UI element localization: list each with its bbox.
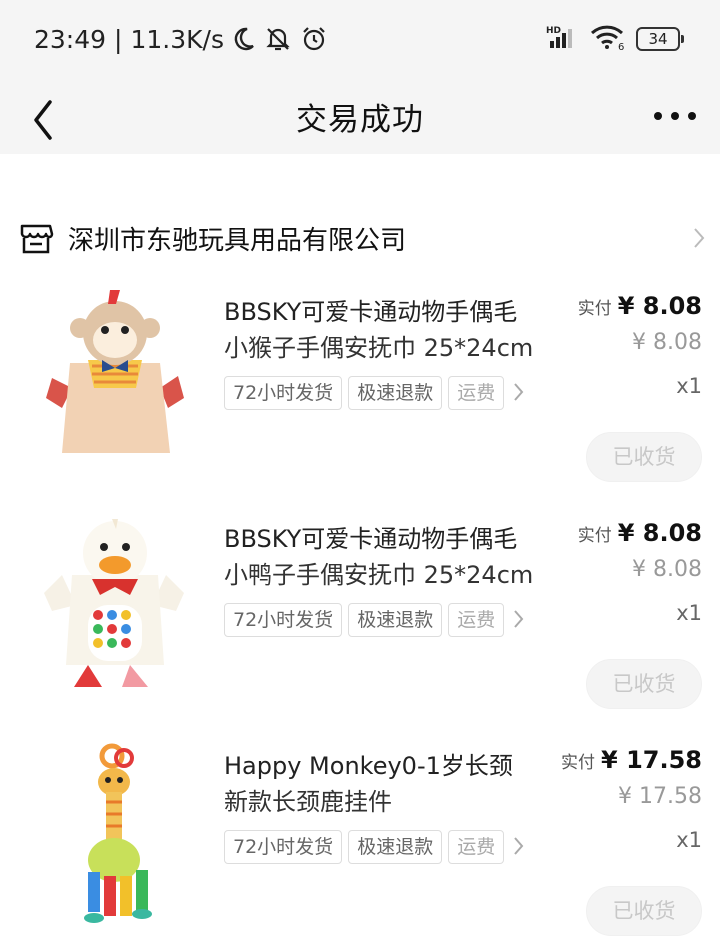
status-bar: 23:49 | 11.3K/s HD 6 34 <box>0 0 720 78</box>
mute-bell-icon <box>264 25 292 53</box>
received-button[interactable]: 已收货 <box>586 432 702 482</box>
more-dots-icon <box>654 112 696 120</box>
more-button[interactable] <box>646 96 706 136</box>
price-value: ¥ 8.08 <box>617 292 702 320</box>
product-image-monkey-puppet[interactable] <box>32 288 197 473</box>
original-price: ¥ 8.08 <box>632 330 702 355</box>
product-title-line1[interactable]: BBSKY可爱卡通动物手偶毛 <box>224 519 564 554</box>
quantity: x1 <box>676 828 702 852</box>
price-label: 实付 <box>561 753 596 773</box>
wifi-badge: 6 <box>618 42 624 51</box>
chevron-right-icon <box>692 226 706 254</box>
tag-shipping: 72小时发货 <box>224 603 343 637</box>
status-right: HD 6 34 <box>546 22 684 56</box>
product-title-line2[interactable]: 小鸭子手偶安抚巾 25*24cm <box>224 555 564 590</box>
paid-price: 实付 ¥ 8.08 <box>578 292 702 320</box>
chevron-right-icon[interactable] <box>512 380 526 404</box>
status-left: 23:49 | 11.3K/s <box>34 22 328 56</box>
order-item[interactable]: BBSKY可爱卡通动物手偶毛 小猴子手偶安抚巾 25*24cm 72小时发货 极… <box>0 288 720 498</box>
product-image-giraffe-toy[interactable] <box>32 742 197 927</box>
status-divider: | <box>114 24 123 54</box>
chevron-right-icon[interactable] <box>512 607 526 631</box>
tag-freight: 运费 <box>448 830 505 864</box>
wifi-icon: 6 <box>590 23 626 55</box>
tag-shipping: 72小时发货 <box>224 376 343 410</box>
nav-bar: 交易成功 <box>0 78 720 154</box>
quantity: x1 <box>676 374 702 398</box>
product-title-line2[interactable]: 小猴子手偶安抚巾 25*24cm <box>224 328 564 363</box>
product-title-line2[interactable]: 新款长颈鹿挂件 <box>224 782 564 817</box>
battery-indicator: 34 <box>636 27 684 51</box>
product-title-line1[interactable]: Happy Monkey0-1岁长颈 <box>224 746 564 781</box>
original-price: ¥ 17.58 <box>618 784 702 809</box>
status-time: 23:49 <box>34 24 107 54</box>
moon-icon <box>232 26 256 52</box>
page-title: 交易成功 <box>296 102 424 138</box>
service-tags: 72小时发货 极速退款 运费 <box>224 830 529 864</box>
received-button[interactable]: 已收货 <box>586 659 702 709</box>
paid-price: 实付 ¥ 8.08 <box>578 519 702 547</box>
tag-shipping: 72小时发货 <box>224 830 343 864</box>
alarm-icon <box>300 25 328 53</box>
shop-name: 深圳市东驰玩具用品有限公司 <box>68 226 407 256</box>
status-speed: 11.3K/s <box>130 24 224 54</box>
store-icon <box>18 220 54 260</box>
product-title-line1[interactable]: BBSKY可爱卡通动物手偶毛 <box>224 292 564 327</box>
original-price: ¥ 8.08 <box>632 557 702 582</box>
price-value: ¥ 8.08 <box>617 519 702 547</box>
order-item[interactable]: Happy Monkey0-1岁长颈 新款长颈鹿挂件 72小时发货 极速退款 运… <box>0 742 720 952</box>
received-button[interactable]: 已收货 <box>586 886 702 936</box>
network-label: HD <box>546 26 561 36</box>
tag-freight: 运费 <box>448 603 505 637</box>
chevron-right-icon[interactable] <box>512 834 526 858</box>
paid-price: 实付 ¥ 17.58 <box>561 746 702 774</box>
tag-refund: 极速退款 <box>348 376 443 410</box>
tag-refund: 极速退款 <box>348 830 443 864</box>
price-value: ¥ 17.58 <box>601 746 702 774</box>
tag-refund: 极速退款 <box>348 603 443 637</box>
signal-icon: HD <box>546 24 580 54</box>
service-tags: 72小时发货 极速退款 运费 <box>224 376 529 410</box>
quantity: x1 <box>676 601 702 625</box>
tag-freight: 运费 <box>448 376 505 410</box>
shop-header[interactable]: 深圳市东驰玩具用品有限公司 <box>0 210 720 266</box>
service-tags: 72小时发货 极速退款 运费 <box>224 603 529 637</box>
order-item[interactable]: BBSKY可爱卡通动物手偶毛 小鸭子手偶安抚巾 25*24cm 72小时发货 极… <box>0 515 720 725</box>
product-image-duck-puppet[interactable] <box>32 515 197 700</box>
price-label: 实付 <box>577 299 612 319</box>
price-label: 实付 <box>577 526 612 546</box>
